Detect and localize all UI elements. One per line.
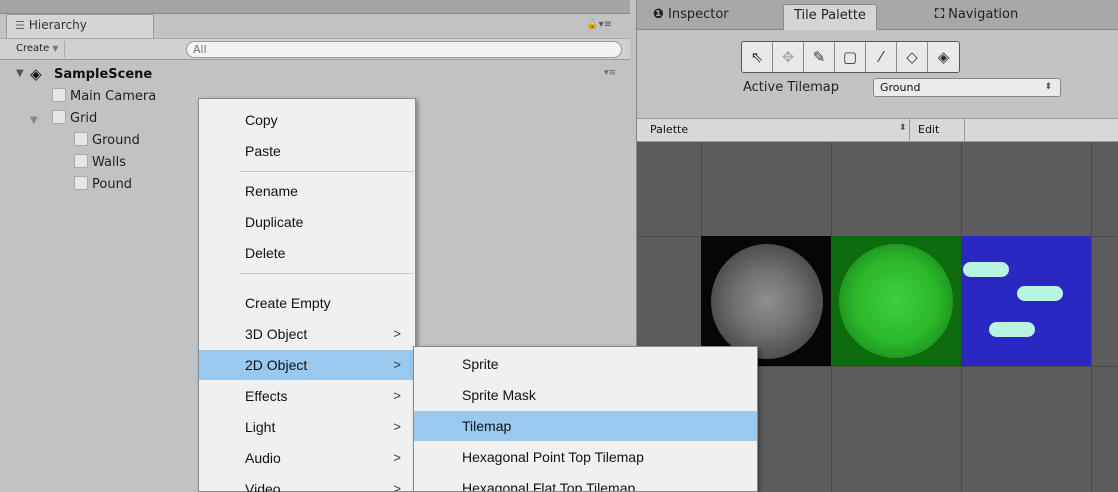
- menu-item-2d-object[interactable]: 2D Object >: [199, 350, 415, 380]
- menu-item-label: Effects: [245, 388, 288, 404]
- expand-arrow-icon[interactable]: ▼: [30, 115, 38, 126]
- tree-item-main-camera[interactable]: Main Camera: [52, 87, 156, 107]
- menu-separator: [239, 171, 413, 172]
- chevron-right-icon: >: [393, 450, 401, 465]
- gameobject-icon: [52, 110, 66, 124]
- tile-tools-toolbar: ⇖ ✥ ✎ ▢ ⁄ ◇ ◈: [741, 41, 960, 73]
- gameobject-icon: [74, 154, 88, 168]
- chevron-right-icon: >: [393, 419, 401, 434]
- lock-icon[interactable]: 🔒▾≡: [586, 19, 612, 30]
- unity-scene-icon: ◈: [30, 65, 42, 83]
- info-icon: ❶: [653, 7, 665, 22]
- tab-tile-palette[interactable]: Tile Palette: [783, 4, 877, 30]
- menu-item-copy[interactable]: Copy: [199, 105, 415, 135]
- tab-tile-palette-label: Tile Palette: [794, 8, 866, 23]
- menu-item-light[interactable]: Light >: [199, 412, 415, 442]
- expand-arrow-icon[interactable]: ▼: [16, 68, 24, 79]
- box-fill-icon[interactable]: ▢: [835, 42, 866, 72]
- fill-bucket-icon[interactable]: ◈: [928, 42, 959, 72]
- search-input[interactable]: [186, 41, 622, 58]
- menu-item-label: 3D Object: [245, 326, 308, 342]
- menu-item-delete[interactable]: Delete: [199, 238, 415, 268]
- submenu-item-sprite-mask[interactable]: Sprite Mask: [414, 380, 757, 410]
- hierarchy-tab-label: Hierarchy: [28, 18, 87, 32]
- tree-item-label: Grid: [70, 111, 98, 126]
- gameobject-icon: [74, 132, 88, 146]
- chevron-down-icon: ▼: [52, 44, 59, 53]
- palette-dropdown-label[interactable]: Palette: [650, 123, 688, 136]
- tree-item-walls[interactable]: Walls: [74, 153, 126, 173]
- gameobject-icon: [52, 88, 66, 102]
- menu-item-effects[interactable]: Effects >: [199, 381, 415, 411]
- hierarchy-tab[interactable]: ☰ Hierarchy: [6, 14, 154, 38]
- menu-item-duplicate[interactable]: Duplicate: [199, 207, 415, 237]
- select-tool-icon[interactable]: ⇖: [742, 42, 773, 72]
- tab-navigation[interactable]: ⛶ Navigation: [925, 4, 1028, 30]
- scene-row[interactable]: ▼ ◈ SampleScene ▾≡: [0, 64, 630, 86]
- submenu-item-hex-point-top-tilemap[interactable]: Hexagonal Point Top Tilemap: [414, 442, 757, 472]
- palette-bar: Palette ⬍ Edit: [637, 118, 1118, 142]
- grid-line: [1091, 142, 1092, 492]
- list-icon: ☰: [15, 19, 25, 32]
- menu-item-label: Light: [245, 419, 276, 435]
- tab-inspector[interactable]: ❶ Inspector: [643, 4, 739, 30]
- menu-item-audio[interactable]: Audio >: [199, 443, 415, 473]
- hierarchy-toolbar: Create ▼: [0, 38, 630, 60]
- create-label: Create: [16, 43, 50, 54]
- tree-item-grid[interactable]: Grid: [52, 109, 97, 129]
- active-tilemap-value: Ground: [880, 81, 921, 94]
- active-tilemap-select[interactable]: Ground ⬍: [873, 78, 1061, 97]
- water-highlight: [963, 262, 1009, 277]
- menu-item-video[interactable]: Video >: [199, 474, 415, 492]
- picker-icon[interactable]: ⁄: [866, 42, 897, 72]
- paint-brush-icon[interactable]: ✎: [804, 42, 835, 72]
- menu-item-create-empty[interactable]: Create Empty: [199, 288, 415, 318]
- tree-item-label: Ground: [92, 133, 140, 148]
- menu-item-paste[interactable]: Paste: [199, 136, 415, 166]
- active-tilemap-label: Active Tilemap: [743, 80, 839, 95]
- gameobject-icon: [74, 176, 88, 190]
- menu-item-label: Video: [245, 481, 281, 492]
- tile-walls[interactable]: [831, 236, 961, 366]
- submenu-2d-object: Sprite Sprite Mask Tilemap Hexagonal Poi…: [413, 346, 758, 492]
- submenu-item-hex-flat-top-tilemap[interactable]: Hexagonal Flat Top Tilemap: [414, 473, 757, 491]
- menu-item-rename[interactable]: Rename: [199, 176, 415, 206]
- chevron-right-icon: >: [393, 481, 401, 492]
- scene-name: SampleScene: [54, 67, 153, 82]
- scene-menu-icon[interactable]: ▾≡: [604, 68, 616, 78]
- tree-item-pound[interactable]: Pound: [74, 175, 132, 195]
- menu-item-label: Audio: [245, 450, 281, 466]
- water-highlight: [989, 322, 1035, 337]
- chevron-right-icon: >: [393, 326, 401, 341]
- tab-navigation-label: Navigation: [948, 7, 1019, 22]
- submenu-item-sprite[interactable]: Sprite: [414, 349, 757, 379]
- menu-separator: [239, 273, 413, 274]
- chevron-up-down-icon[interactable]: ⬍: [899, 123, 907, 133]
- edit-button[interactable]: Edit: [909, 119, 965, 141]
- tab-inspector-label: Inspector: [668, 7, 729, 22]
- tree-item-label: Main Camera: [70, 89, 157, 104]
- context-menu: Copy Paste Rename Duplicate Delete Creat…: [198, 98, 416, 492]
- menu-item-label: 2D Object: [245, 357, 308, 373]
- navigation-icon: ⛶: [935, 7, 945, 22]
- toolbar-strip: [0, 0, 630, 14]
- tab-bar: ❶ Inspector Tile Palette ⛶ Navigation: [637, 0, 1118, 30]
- chevron-right-icon: >: [393, 388, 401, 403]
- eraser-icon[interactable]: ◇: [897, 42, 928, 72]
- move-tool-icon[interactable]: ✥: [773, 42, 804, 72]
- chevron-right-icon: >: [393, 357, 401, 372]
- tile-pound[interactable]: [961, 236, 1091, 366]
- submenu-item-tilemap[interactable]: Tilemap: [414, 411, 757, 441]
- tree-item-label: Pound: [92, 177, 133, 192]
- create-dropdown[interactable]: Create ▼: [10, 41, 66, 58]
- menu-item-3d-object[interactable]: 3D Object >: [199, 319, 415, 349]
- chevron-up-down-icon: ⬍: [1044, 82, 1052, 92]
- tree-item-ground[interactable]: Ground: [74, 131, 140, 151]
- water-highlight: [1017, 286, 1063, 301]
- tree-item-label: Walls: [92, 155, 126, 170]
